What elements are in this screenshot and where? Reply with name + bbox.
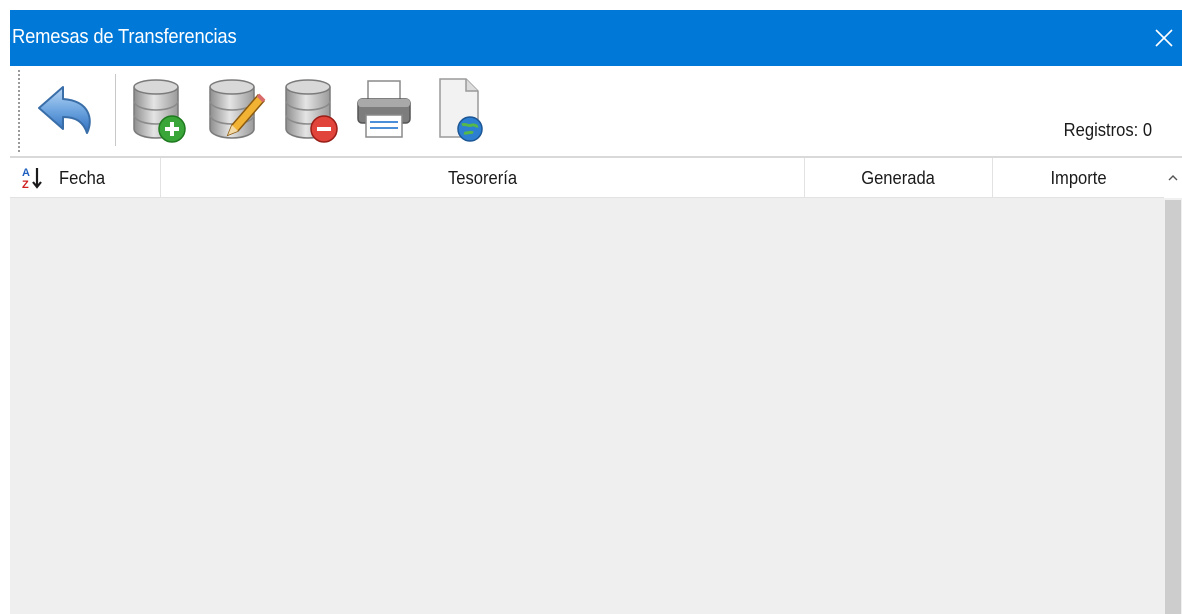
close-button[interactable]	[1146, 10, 1182, 66]
back-button[interactable]	[30, 72, 102, 148]
undo-arrow-icon	[38, 86, 91, 134]
vertical-scrollbar[interactable]	[1164, 158, 1182, 614]
export-button[interactable]	[424, 72, 496, 148]
column-header-tesoreria[interactable]: Tesorería	[161, 158, 805, 198]
grid-header: A Z Fecha Tesorería Generada Importe	[10, 158, 1164, 198]
svg-text:A: A	[22, 167, 30, 179]
column-label-importe: Importe	[1050, 167, 1107, 188]
title-bar: Remesas de Transferencias	[10, 10, 1182, 66]
sort-az-icon[interactable]: A Z	[21, 166, 43, 190]
print-button[interactable]	[348, 72, 420, 148]
scroll-up-button[interactable]	[1164, 158, 1182, 198]
close-icon	[1155, 29, 1173, 47]
column-label-tesoreria: Tesorería	[447, 167, 518, 188]
records-counter: Registros: 0	[1064, 120, 1152, 141]
data-grid[interactable]: A Z Fecha Tesorería Generada Importe	[10, 156, 1182, 614]
scrollbar-thumb[interactable]	[1165, 200, 1181, 614]
column-header-importe[interactable]: Importe	[993, 158, 1164, 198]
printer-icon	[357, 80, 411, 138]
chevron-up-icon	[1168, 175, 1178, 181]
edit-button[interactable]	[198, 72, 270, 148]
database-add-icon	[133, 79, 186, 143]
column-header-fecha[interactable]: A Z Fecha	[10, 158, 161, 198]
grid-body[interactable]	[10, 199, 1164, 614]
toolbar-grip[interactable]	[18, 70, 20, 154]
toolbar-separator	[115, 74, 116, 146]
column-label-generada: Generada	[861, 167, 936, 188]
delete-button[interactable]	[274, 72, 346, 148]
window-title: Remesas de Transferencias	[12, 26, 237, 48]
svg-text:Z: Z	[22, 179, 29, 190]
document-globe-icon	[439, 78, 483, 142]
records-label: Registros:	[1063, 120, 1139, 140]
records-count: 0	[1142, 120, 1152, 140]
transfer-remittances-window: Remesas de Transferencias Registros: 0 A…	[0, 0, 1182, 614]
database-edit-icon	[209, 79, 266, 139]
database-delete-icon	[285, 79, 338, 143]
toolbar: Registros: 0	[10, 66, 1182, 156]
column-header-generada[interactable]: Generada	[805, 158, 993, 198]
column-label-fecha: Fecha	[59, 167, 106, 188]
new-button[interactable]	[122, 72, 194, 148]
